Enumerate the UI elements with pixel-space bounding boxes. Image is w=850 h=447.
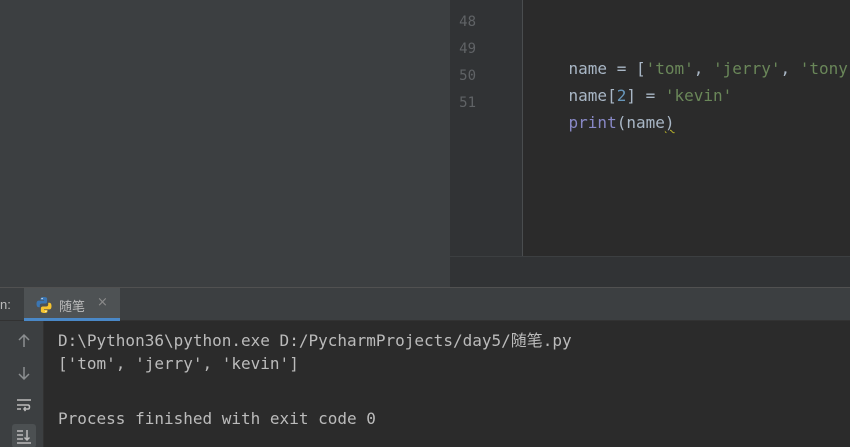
arrow-up-icon[interactable] (12, 329, 36, 353)
code-line-51[interactable]: print(name) (530, 94, 675, 151)
run-toolbar (0, 321, 44, 447)
python-icon (36, 297, 52, 313)
scroll-to-end-icon[interactable] (12, 424, 36, 447)
console-output-line: ['tom', 'jerry', 'kevin'] (58, 354, 299, 373)
line-number: 50 (459, 68, 476, 84)
run-tool-window-header: n: 随笔 × (0, 287, 850, 321)
run-console[interactable]: D:\Python36\python.exe D:/PycharmProject… (44, 321, 850, 447)
code-token: , (780, 59, 800, 78)
string-token: 'tony' (799, 59, 850, 78)
project-panel (0, 0, 450, 287)
line-number: 49 (459, 41, 476, 57)
line-number: 51 (459, 95, 476, 111)
line-number: 48 (459, 14, 476, 30)
console-command-line: D:\Python36\python.exe D:/PycharmProject… (58, 331, 572, 350)
editor-status-strip (450, 256, 850, 287)
code-token: (name (616, 113, 665, 132)
console-exit-line: Process finished with exit code 0 (58, 409, 376, 428)
run-tab[interactable]: 随笔 × (24, 288, 120, 321)
run-label: n: (0, 297, 11, 312)
arrow-down-icon[interactable] (12, 361, 36, 385)
run-tab-label: 随笔 (59, 300, 86, 315)
code-editor[interactable]: 48 49 50 51 name = ['tom', 'jerry', 'ton… (450, 0, 850, 256)
string-token: 'kevin' (664, 86, 733, 105)
gutter-separator (522, 0, 523, 256)
soft-wrap-icon[interactable] (12, 393, 36, 417)
code-token: ) (664, 113, 675, 132)
builtin-token: print (568, 113, 617, 132)
close-icon[interactable]: × (97, 295, 108, 310)
line-number-gutter: 48 49 50 51 (450, 0, 522, 256)
